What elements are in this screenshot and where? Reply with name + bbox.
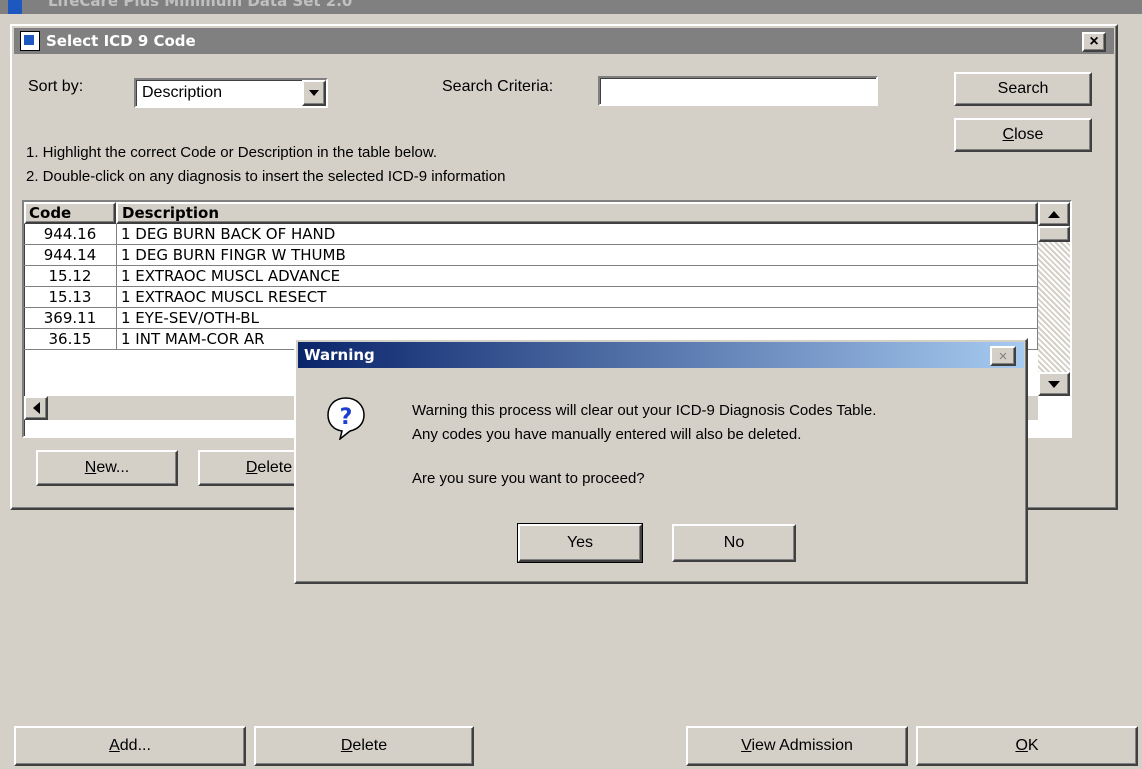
view-admission-button[interactable]: View Admission bbox=[686, 726, 908, 766]
dialog-close-button[interactable]: × bbox=[1082, 32, 1106, 52]
cell-description: 1 DEG BURN FINGR W THUMB bbox=[116, 244, 1038, 266]
warning-message-line1: Warning this process will clear out your… bbox=[412, 402, 877, 419]
cell-description: 1 DEG BURN BACK OF HAND bbox=[116, 224, 1038, 245]
app-icon bbox=[8, 0, 22, 14]
cell-code: 944.16 bbox=[24, 224, 117, 245]
arrow-down-icon bbox=[1048, 380, 1060, 388]
warning-dialog: Warning × ? Warning this process will cl… bbox=[294, 338, 1028, 584]
dialog-title: Select ICD 9 Code bbox=[46, 32, 196, 50]
table-row[interactable]: 15.12 1 EXTRAOC MUSCL ADVANCE bbox=[24, 265, 1038, 287]
question-icon: ? bbox=[326, 396, 366, 441]
add-button[interactable]: Add... bbox=[14, 726, 246, 766]
scroll-down-button[interactable] bbox=[1038, 372, 1070, 396]
select-icd9-titlebar: Select ICD 9 Code bbox=[14, 28, 1114, 54]
table-header: Code Description bbox=[24, 202, 1038, 224]
table-row[interactable]: 944.14 1 DEG BURN FINGR W THUMB bbox=[24, 244, 1038, 266]
search-input[interactable] bbox=[598, 76, 878, 106]
close-icon: × bbox=[1089, 33, 1099, 50]
dialog-app-icon bbox=[20, 31, 40, 51]
cell-code: 15.12 bbox=[24, 265, 117, 287]
table-row[interactable]: 944.16 1 DEG BURN BACK OF HAND bbox=[24, 224, 1038, 245]
cell-description: 1 EXTRAOC MUSCL RESECT bbox=[116, 286, 1038, 308]
sort-by-select[interactable]: Description bbox=[134, 78, 328, 108]
warning-close-button[interactable]: × bbox=[990, 346, 1016, 366]
no-button[interactable]: No bbox=[672, 524, 796, 562]
cell-code: 369.11 bbox=[24, 307, 117, 329]
arrow-up-icon bbox=[1048, 210, 1060, 218]
close-icon: × bbox=[998, 347, 1008, 365]
warning-title: Warning bbox=[304, 346, 375, 364]
background-window-titlebar: LifeCare Plus Minimum Data Set 2.0 bbox=[0, 0, 1142, 14]
warning-message-line2: Any codes you have manually entered will… bbox=[412, 426, 802, 443]
background-window-title: LifeCare Plus Minimum Data Set 2.0 bbox=[48, 0, 353, 10]
close-button-label: Close bbox=[1002, 126, 1044, 143]
warning-question: Are you sure you want to proceed? bbox=[412, 470, 645, 487]
cell-code: 944.14 bbox=[24, 244, 117, 266]
table-row[interactable]: 369.11 1 EYE-SEV/OTH-BL bbox=[24, 307, 1038, 329]
search-button[interactable]: Search bbox=[954, 72, 1092, 106]
table-row[interactable]: 15.13 1 EXTRAOC MUSCL RESECT bbox=[24, 286, 1038, 308]
scroll-up-button[interactable] bbox=[1038, 202, 1070, 226]
scroll-left-button[interactable] bbox=[24, 396, 48, 420]
scroll-thumb[interactable] bbox=[1038, 226, 1070, 242]
sort-by-value: Description bbox=[142, 84, 223, 101]
instruction-1: 1. Highlight the correct Code or Descrip… bbox=[26, 144, 438, 161]
cell-description: 1 EXTRAOC MUSCL ADVANCE bbox=[116, 265, 1038, 287]
new-button[interactable]: New... bbox=[36, 450, 178, 486]
table-body: 944.16 1 DEG BURN BACK OF HAND 944.14 1 … bbox=[24, 224, 1038, 350]
warning-titlebar: Warning bbox=[298, 342, 1024, 368]
instruction-2: 2. Double-click on any diagnosis to inse… bbox=[26, 168, 506, 185]
yes-button[interactable]: Yes bbox=[517, 523, 643, 563]
column-header-description[interactable]: Description bbox=[116, 202, 1038, 224]
column-header-code[interactable]: Code bbox=[24, 202, 116, 224]
cell-code: 36.15 bbox=[24, 328, 117, 350]
svg-text:?: ? bbox=[340, 405, 353, 430]
vertical-scrollbar[interactable] bbox=[1038, 202, 1070, 396]
sort-by-label: Sort by: bbox=[28, 78, 84, 95]
ok-button[interactable]: OK bbox=[916, 726, 1138, 766]
sort-by-dropdown-button[interactable] bbox=[302, 80, 326, 106]
delete-button[interactable]: Delete bbox=[254, 726, 474, 766]
arrow-left-icon bbox=[32, 402, 40, 414]
search-criteria-label: Search Criteria: bbox=[442, 78, 554, 95]
chevron-down-icon bbox=[309, 90, 319, 96]
cell-code: 15.13 bbox=[24, 286, 117, 308]
cell-description: 1 EYE-SEV/OTH-BL bbox=[116, 307, 1038, 329]
close-button[interactable]: Close bbox=[954, 118, 1092, 152]
